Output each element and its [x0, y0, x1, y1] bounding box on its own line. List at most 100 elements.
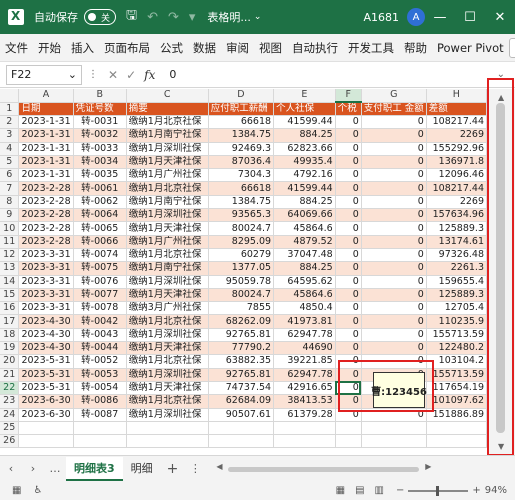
row-header[interactable]: 24 — [0, 408, 20, 422]
zoom-slider-handle[interactable] — [436, 485, 440, 496]
header-cell[interactable]: 摘要 — [126, 102, 209, 116]
table-cell[interactable]: 125889.3 — [426, 288, 487, 303]
scroll-left-icon[interactable]: ◀ — [216, 462, 222, 471]
name-box[interactable]: F22 ⌄ — [6, 64, 82, 85]
table-cell[interactable]: 缴纳1月北京社保 — [126, 248, 209, 263]
insert-function-icon[interactable]: fx — [144, 68, 155, 82]
table-cell[interactable]: 0 — [335, 261, 362, 276]
table-cell[interactable]: 0 — [335, 195, 362, 210]
table-cell[interactable]: 2023-2-28 — [18, 181, 74, 196]
column-header[interactable]: H — [426, 89, 487, 103]
column-header[interactable]: B — [73, 89, 127, 103]
table-cell[interactable]: 2023-3-31 — [18, 288, 74, 303]
table-cell[interactable]: 87036.4 — [208, 155, 275, 170]
select-all-corner[interactable] — [0, 89, 20, 103]
accessibility-icon[interactable]: ♿ — [33, 485, 42, 496]
table-cell[interactable]: 68262.09 — [208, 314, 275, 329]
tab-automate[interactable]: 自动执行 — [287, 40, 343, 56]
table-cell[interactable]: 12705.4 — [426, 301, 487, 316]
row-header[interactable]: 25 — [0, 421, 20, 436]
table-cell[interactable]: 38413.53 — [273, 394, 336, 409]
table-cell[interactable]: 80024.7 — [208, 221, 275, 236]
table-cell[interactable]: 0 — [361, 208, 427, 223]
table-cell[interactable]: 转-0061 — [73, 181, 127, 196]
table-cell[interactable]: 0 — [361, 128, 427, 143]
enter-icon[interactable]: ✓ — [126, 68, 136, 82]
table-cell[interactable]: 41599.44 — [273, 115, 336, 130]
table-cell[interactable]: 0 — [335, 168, 362, 183]
table-cell[interactable]: 2023-3-31 — [18, 248, 74, 263]
row-header[interactable]: 21 — [0, 368, 20, 382]
zoom-out-button[interactable]: − — [396, 485, 404, 496]
table-cell[interactable]: 转-0043 — [73, 328, 127, 343]
row-header[interactable]: 10 — [0, 221, 20, 236]
cancel-icon[interactable]: ✕ — [108, 68, 118, 82]
table-cell[interactable] — [73, 434, 127, 449]
table-cell[interactable] — [18, 421, 74, 436]
table-cell[interactable]: 2023-1-31 — [18, 142, 74, 156]
table-cell[interactable]: 0 — [335, 142, 362, 156]
table-cell[interactable]: 转-0052 — [73, 354, 127, 369]
table-cell[interactable]: 2023-4-30 — [18, 341, 74, 356]
table-cell[interactable]: 0 — [361, 288, 427, 303]
table-cell[interactable]: 12096.46 — [426, 168, 487, 183]
row-header[interactable]: 1 — [0, 102, 20, 116]
scroll-right-icon[interactable]: ▶ — [425, 462, 431, 471]
table-cell[interactable]: 0 — [335, 181, 362, 196]
table-cell[interactable]: 2023-1-31 — [18, 115, 74, 130]
prev-sheet-icon[interactable]: ‹ — [0, 462, 22, 475]
table-cell[interactable] — [335, 434, 362, 449]
table-cell[interactable]: 90507.61 — [208, 408, 275, 422]
horizontal-scroll-thumb[interactable] — [228, 466, 420, 472]
zoom-in-button[interactable]: + — [472, 485, 480, 496]
avatar[interactable]: A — [407, 8, 425, 26]
table-cell[interactable]: 2261.3 — [426, 261, 487, 276]
table-cell[interactable]: 39221.85 — [273, 354, 336, 369]
table-cell[interactable]: 136971.8 — [426, 155, 487, 170]
column-header[interactable]: E — [273, 89, 336, 103]
table-cell[interactable]: 转-0035 — [73, 168, 127, 183]
row-header[interactable]: 16 — [0, 301, 20, 316]
header-cell[interactable]: 个人社保 — [273, 102, 336, 116]
table-cell[interactable]: 转-0087 — [73, 408, 127, 422]
table-cell[interactable]: 0 — [335, 208, 362, 223]
table-cell[interactable]: 0 — [361, 142, 427, 156]
table-cell[interactable]: 1384.75 — [208, 195, 275, 210]
table-cell[interactable]: 转-0044 — [73, 341, 127, 356]
table-cell[interactable]: 155713.59 — [426, 368, 487, 382]
table-cell[interactable]: 2023-2-28 — [18, 195, 74, 210]
table-cell[interactable]: 缴纳1月深圳社保 — [126, 408, 209, 422]
row-header[interactable]: 14 — [0, 275, 20, 289]
table-cell[interactable]: 缴纳1月深圳社保 — [126, 142, 209, 156]
quick-access-more-icon[interactable]: ▾ — [189, 10, 196, 25]
table-cell[interactable]: 2269 — [426, 195, 487, 210]
table-cell[interactable]: 62947.78 — [273, 328, 336, 343]
table-cell[interactable]: 4850.4 — [273, 301, 336, 316]
table-cell[interactable]: 0 — [361, 115, 427, 130]
title-chevron-down-icon[interactable]: ⌄ — [254, 12, 262, 22]
table-cell[interactable]: 884.25 — [273, 128, 336, 143]
table-cell[interactable] — [426, 434, 487, 449]
table-cell[interactable]: 转-0074 — [73, 248, 127, 263]
header-cell[interactable]: 个税 — [335, 102, 362, 116]
page-layout-view-icon[interactable]: ▤ — [355, 485, 364, 496]
header-cell[interactable]: 应付职工薪酬 — [208, 102, 275, 116]
table-cell[interactable]: 2023-5-31 — [18, 354, 74, 369]
table-cell[interactable]: 缴纳1月天津社保 — [126, 155, 209, 170]
column-header[interactable]: F — [335, 89, 362, 103]
tab-view[interactable]: 视图 — [254, 40, 287, 56]
table-cell[interactable]: 97326.48 — [426, 248, 487, 263]
table-cell[interactable]: 2023-4-30 — [18, 328, 74, 343]
table-cell[interactable]: 2023-2-28 — [18, 208, 74, 223]
table-cell[interactable]: 转-0054 — [73, 381, 127, 396]
row-header[interactable]: 2 — [0, 115, 20, 130]
column-header[interactable]: A — [18, 89, 74, 103]
table-cell[interactable]: 42916.65 — [273, 381, 336, 396]
table-cell[interactable]: 缴纳1月北京社保 — [126, 181, 209, 196]
table-cell[interactable]: 缴纳3月广州社保 — [126, 301, 209, 316]
table-cell[interactable]: 0 — [335, 275, 362, 289]
table-cell[interactable]: 2023-1-31 — [18, 168, 74, 183]
tab-home[interactable]: 开始 — [33, 40, 66, 56]
table-cell[interactable]: 0 — [335, 341, 362, 356]
tab-insert[interactable]: 插入 — [66, 40, 99, 56]
